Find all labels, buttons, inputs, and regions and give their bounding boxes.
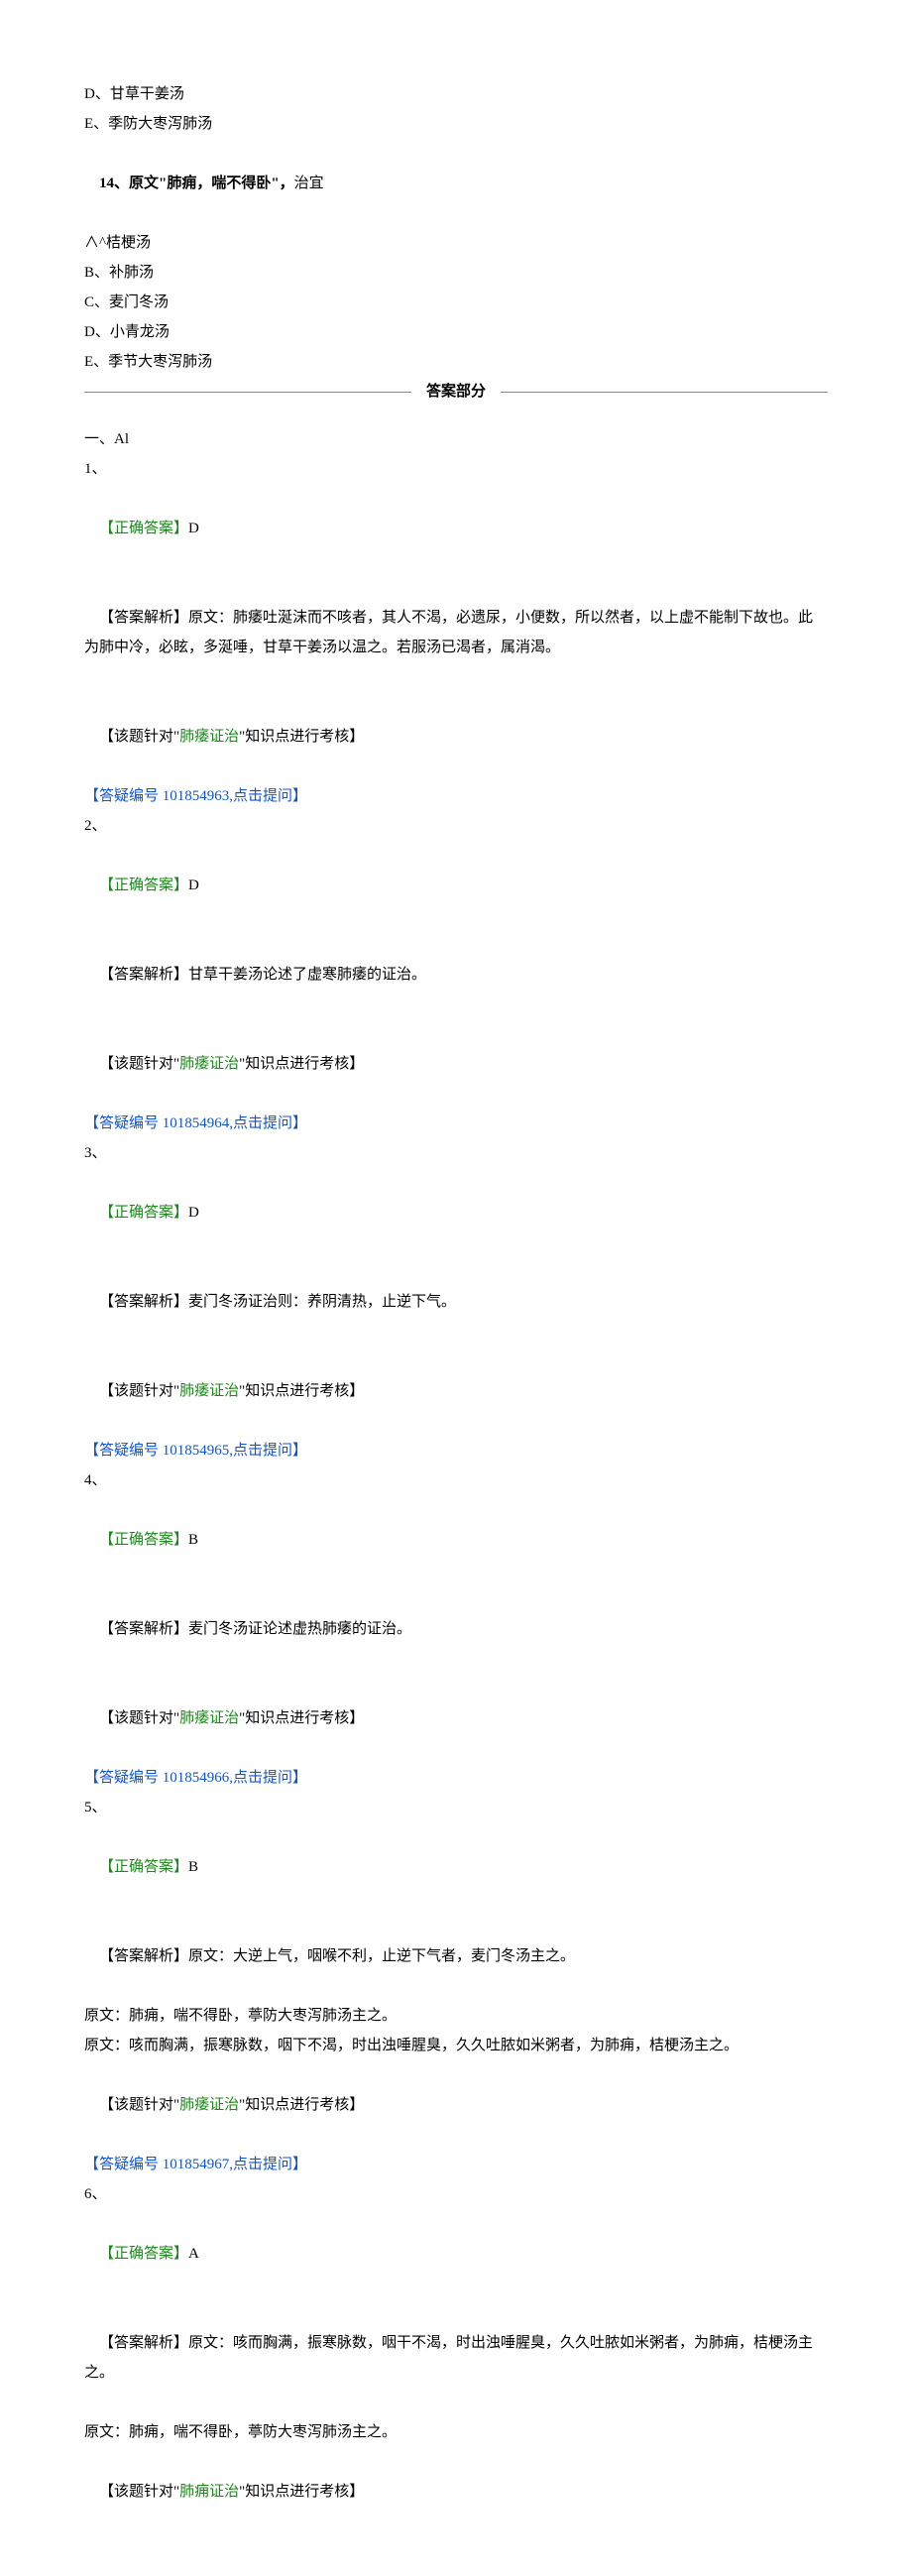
answer-5-topic: 【该题针对"肺痿证治"知识点进行考核】 [84, 2060, 828, 2150]
answer-2-qa-link[interactable]: 【答疑编号 101854964,点击提问】 [84, 1109, 828, 1138]
topic-suffix: "知识点进行考核】 [239, 1383, 364, 1399]
answer-3-qa-link[interactable]: 【答疑编号 101854965,点击提问】 [84, 1436, 828, 1465]
correct-label: 【正确答案】 [99, 2246, 188, 2262]
answer-6-correct: 【正确答案】A [84, 2209, 828, 2298]
answer-5-extra-2: 原文：咳而胸满，振寒脉数，咽下不渴，时出浊唾腥臭，久久吐脓如米粥者，为肺痈，桔梗… [84, 2031, 828, 2060]
topic-green: 肺痿证治 [179, 2097, 239, 2113]
answer-1-analysis: 【答案解析】原文：肺痿吐涎沫而不咳者，其人不渴，必遗尿，小便数，所以然者，以上虚… [84, 573, 828, 692]
answer-3-correct: 【正确答案】D [84, 1168, 828, 1257]
topic-suffix: "知识点进行考核】 [239, 729, 364, 745]
answer-3-analysis: 【答案解析】麦门冬汤证治则：养阴清热，止逆下气。 [84, 1257, 828, 1347]
answer-2-num: 2、 [84, 811, 828, 841]
answer-6-topic: 【该题针对"肺痈证治"知识点进行考核】 [84, 2447, 828, 2536]
analysis-label: 【答案解析】 [99, 1948, 188, 1964]
answers-separator-label: 答案部分 [420, 377, 492, 407]
answer-6-analysis: 【答案解析】原文：咳而胸满，振寒脉数，咽干不渴，时出浊唾腥臭，久久吐脓如米粥者，… [84, 2298, 828, 2417]
question-14-stem-suffix: 治宜 [294, 176, 324, 191]
answer-6-extra-1: 原文：肺痈，喘不得卧，葶防大枣泻肺汤主之。 [84, 2417, 828, 2447]
answer-5-correct: 【正确答案】B [84, 1822, 828, 1912]
q14-option-c: C、麦门冬汤 [84, 288, 828, 317]
correct-value: B [188, 1859, 198, 1875]
question-14-stem: 14、原文"肺痈，喘不得卧"，治宜 [84, 139, 828, 228]
topic-suffix: "知识点进行考核】 [239, 2097, 364, 2113]
option-e: E、季防大枣泻肺汤 [84, 109, 828, 139]
answer-5-num: 5、 [84, 1793, 828, 1822]
q14-option-b: B、补肺汤 [84, 258, 828, 288]
answer-5-analysis: 【答案解析】原文：大逆上气，咽喉不利，止逆下气者，麦门冬汤主之。 [84, 1912, 828, 2001]
topic-prefix: 【该题针对" [99, 1056, 179, 1072]
topic-prefix: 【该题针对" [99, 2097, 179, 2113]
analysis-label: 【答案解析】 [99, 1294, 188, 1310]
answer-5-qa-link[interactable]: 【答疑编号 101854967,点击提问】 [84, 2150, 828, 2179]
correct-label: 【正确答案】 [99, 878, 188, 893]
answer-1-qa-link[interactable]: 【答疑编号 101854963,点击提问】 [84, 781, 828, 811]
answer-2-topic: 【该题针对"肺痿证治"知识点进行考核】 [84, 1019, 828, 1109]
analysis-body: 原文：肺痿吐涎沫而不咳者，其人不渴，必遗尿，小便数，所以然者，以上虚不能制下故也… [84, 610, 813, 655]
answer-1-correct: 【正确答案】D [84, 484, 828, 573]
answer-4-analysis: 【答案解析】麦门冬汤证论述虚热肺痿的证治。 [84, 1584, 828, 1674]
analysis-body: 麦门冬汤证论述虚热肺痿的证治。 [188, 1621, 411, 1637]
correct-value: A [188, 2246, 199, 2262]
topic-green: 肺痿证治 [179, 1710, 239, 1726]
answer-4-topic: 【该题针对"肺痿证治"知识点进行考核】 [84, 1674, 828, 1763]
section-header: 一、Al [84, 424, 828, 454]
answer-2-correct: 【正确答案】D [84, 841, 828, 930]
answer-3-num: 3、 [84, 1138, 828, 1168]
analysis-label: 【答案解析】 [99, 967, 188, 983]
analysis-label: 【答案解析】 [99, 2335, 188, 2351]
q14-option-a: ∧^桔梗汤 [84, 228, 828, 258]
answer-4-num: 4、 [84, 1465, 828, 1495]
topic-prefix: 【该题针对" [99, 1383, 179, 1399]
answer-1-num: 1、 [84, 454, 828, 484]
topic-suffix: "知识点进行考核】 [239, 1710, 364, 1726]
analysis-body: 甘草干姜汤论述了虚寒肺痿的证治。 [188, 967, 426, 983]
correct-label: 【正确答案】 [99, 521, 188, 536]
answer-6-num: 6、 [84, 2179, 828, 2209]
topic-prefix: 【该题针对" [99, 2484, 179, 2500]
answer-2-analysis: 【答案解析】甘草干姜汤论述了虚寒肺痿的证治。 [84, 930, 828, 1019]
correct-label: 【正确答案】 [99, 1859, 188, 1875]
topic-prefix: 【该题针对" [99, 1710, 179, 1726]
correct-value: D [188, 1205, 199, 1221]
analysis-body: 原文：大逆上气，咽喉不利，止逆下气者，麦门冬汤主之。 [188, 1948, 575, 1964]
answer-1-topic: 【该题针对"肺痿证治"知识点进行考核】 [84, 692, 828, 781]
correct-value: D [188, 878, 199, 893]
correct-label: 【正确答案】 [99, 1205, 188, 1221]
answers-separator: 答案部分 [84, 377, 828, 407]
q14-option-e: E、季节大枣泻肺汤 [84, 347, 828, 377]
topic-green: 肺痿证治 [179, 729, 239, 745]
correct-value: B [188, 1532, 198, 1548]
topic-green: 肺痿证治 [179, 1056, 239, 1072]
topic-green: 肺痿证治 [179, 1383, 239, 1399]
correct-label: 【正确答案】 [99, 1532, 188, 1548]
topic-suffix: "知识点进行考核】 [239, 1056, 364, 1072]
q14-option-d: D、小青龙汤 [84, 317, 828, 347]
answer-4-qa-link[interactable]: 【答疑编号 101854966,点击提问】 [84, 1763, 828, 1793]
answer-3-topic: 【该题针对"肺痿证治"知识点进行考核】 [84, 1347, 828, 1436]
correct-value: D [188, 521, 199, 536]
answer-5-extra-1: 原文：肺痈，喘不得卧，葶防大枣泻肺汤主之。 [84, 2001, 828, 2031]
analysis-body: 麦门冬汤证治则：养阴清热，止逆下气。 [188, 1294, 456, 1310]
analysis-label: 【答案解析】 [99, 610, 188, 626]
analysis-body: 原文：咳而胸满，振寒脉数，咽干不渴，时出浊唾腥臭，久久吐脓如米粥者，为肺痈，桔梗… [84, 2335, 813, 2381]
answer-4-correct: 【正确答案】B [84, 1495, 828, 1584]
topic-prefix: 【该题针对" [99, 729, 179, 745]
option-d: D、甘草干姜汤 [84, 79, 828, 109]
analysis-label: 【答案解析】 [99, 1621, 188, 1637]
question-14-stem-prefix: 14、原文"肺痈，喘不得卧"， [99, 176, 294, 191]
topic-green: 肺痈证治 [179, 2484, 239, 2500]
topic-suffix: "知识点进行考核】 [239, 2484, 364, 2500]
